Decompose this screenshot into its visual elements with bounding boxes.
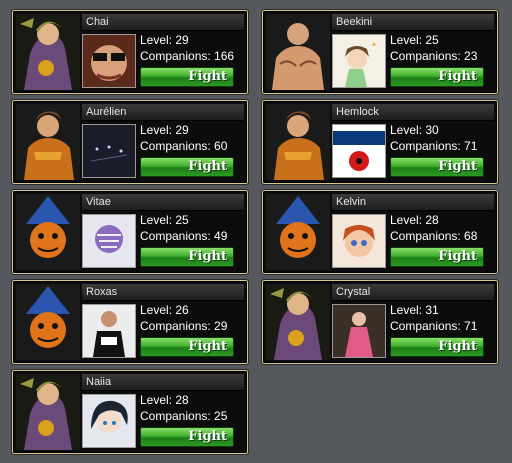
sunglasses-photo-avatar[interactable] — [82, 34, 136, 88]
pumpkin-wizard-portrait — [16, 194, 80, 270]
companions-text: Companions: 60 — [140, 139, 228, 153]
opponent-card: Roxas Level: 26 Companions: 29 Fight — [11, 279, 249, 365]
legion-poppy-avatar[interactable] — [332, 124, 386, 178]
name-bar: Aurélien — [82, 104, 244, 121]
opponent-name: Roxas — [86, 286, 118, 298]
level-text: Level: 30 — [390, 123, 439, 137]
name-bar: Roxas — [82, 284, 244, 301]
companions-text: Companions: 25 — [140, 409, 228, 423]
opponent-name: Naiia — [86, 376, 112, 388]
skull-robot-avatar[interactable] — [82, 214, 136, 268]
opponent-card: Hemlock Level: 30 Companions: 71 Fight — [261, 99, 499, 185]
name-bar: Hemlock — [332, 104, 494, 121]
level-text: Level: 25 — [390, 33, 439, 47]
warrior-woman-portrait — [16, 374, 80, 450]
level-text: Level: 25 — [140, 213, 189, 227]
opponent-name: Beekini — [336, 16, 373, 28]
opponent-card: Naiia Level: 28 Companions: 25 Fight — [11, 369, 249, 455]
companions-text: Companions: 23 — [390, 49, 478, 63]
companions-text: Companions: 49 — [140, 229, 228, 243]
fight-button[interactable]: Fight — [140, 157, 234, 177]
level-text: Level: 31 — [390, 303, 439, 317]
dark-hair-anime-avatar[interactable] — [82, 394, 136, 448]
name-bar: Kelvin — [332, 194, 494, 211]
opponent-name: Hemlock — [336, 106, 379, 118]
fight-button[interactable]: Fight — [390, 67, 484, 87]
run-bkn-shirt-avatar[interactable] — [82, 304, 136, 358]
warrior-woman-portrait — [16, 14, 80, 90]
fight-button[interactable]: Fight — [390, 157, 484, 177]
level-text: Level: 29 — [140, 33, 189, 47]
fight-button[interactable]: Fight — [390, 337, 484, 357]
name-bar: Beekini — [332, 14, 494, 31]
dark-lights-avatar[interactable] — [82, 124, 136, 178]
companions-text: Companions: 71 — [390, 139, 478, 153]
cartoon-girl-avatar[interactable] — [332, 214, 386, 268]
companions-text: Companions: 29 — [140, 319, 228, 333]
anime-girl-avatar[interactable]: ✦ — [332, 34, 386, 88]
level-text: Level: 28 — [140, 393, 189, 407]
opponent-name: Kelvin — [336, 196, 366, 208]
opponent-card: Kelvin Level: 28 Companions: 68 Fight — [261, 189, 499, 275]
fight-button[interactable]: Fight — [140, 247, 234, 267]
companions-text: Companions: 166 — [140, 49, 235, 63]
opponent-name: Chai — [86, 16, 109, 28]
opponent-name: Crystal — [336, 286, 371, 298]
opponent-grid: Chai Level: 29 Companions: 166 Fight Bee… — [0, 0, 512, 463]
pumpkin-wizard-portrait — [16, 284, 80, 360]
warrior-woman-portrait — [266, 284, 330, 360]
companions-text: Companions: 71 — [390, 319, 478, 333]
level-text: Level: 26 — [140, 303, 189, 317]
level-text: Level: 28 — [390, 213, 439, 227]
armored-knight-portrait — [266, 104, 330, 180]
name-bar: Naiia — [82, 374, 244, 391]
opponent-name: Vitae — [86, 196, 111, 208]
opponent-card: Crystal Level: 31 Companions: 71 Fight — [261, 279, 499, 365]
fight-button[interactable]: Fight — [390, 247, 484, 267]
opponent-card: Chai Level: 29 Companions: 166 Fight — [11, 9, 249, 95]
fight-button[interactable]: Fight — [140, 337, 234, 357]
name-bar: Crystal — [332, 284, 494, 301]
fight-button[interactable]: Fight — [140, 67, 234, 87]
name-bar: Vitae — [82, 194, 244, 211]
fight-button[interactable]: Fight — [140, 427, 234, 447]
pumpkin-wizard-portrait — [266, 194, 330, 270]
opponent-card: Beekini ✦ Level: 25 Companions: 23 Fight — [261, 9, 499, 95]
opponent-card: Aurélien Level: 29 Companions: 60 Fight — [11, 99, 249, 185]
svg-text:✦: ✦ — [371, 41, 377, 49]
name-bar: Chai — [82, 14, 244, 31]
companions-text: Companions: 68 — [390, 229, 478, 243]
opponent-card: Vitae Level: 25 Companions: 49 Fight — [11, 189, 249, 275]
bald-brawler-portrait — [266, 14, 330, 90]
armored-knight-portrait — [16, 104, 80, 180]
pink-dress-girl-avatar[interactable] — [332, 304, 386, 358]
level-text: Level: 29 — [140, 123, 189, 137]
opponent-name: Aurélien — [86, 106, 127, 118]
